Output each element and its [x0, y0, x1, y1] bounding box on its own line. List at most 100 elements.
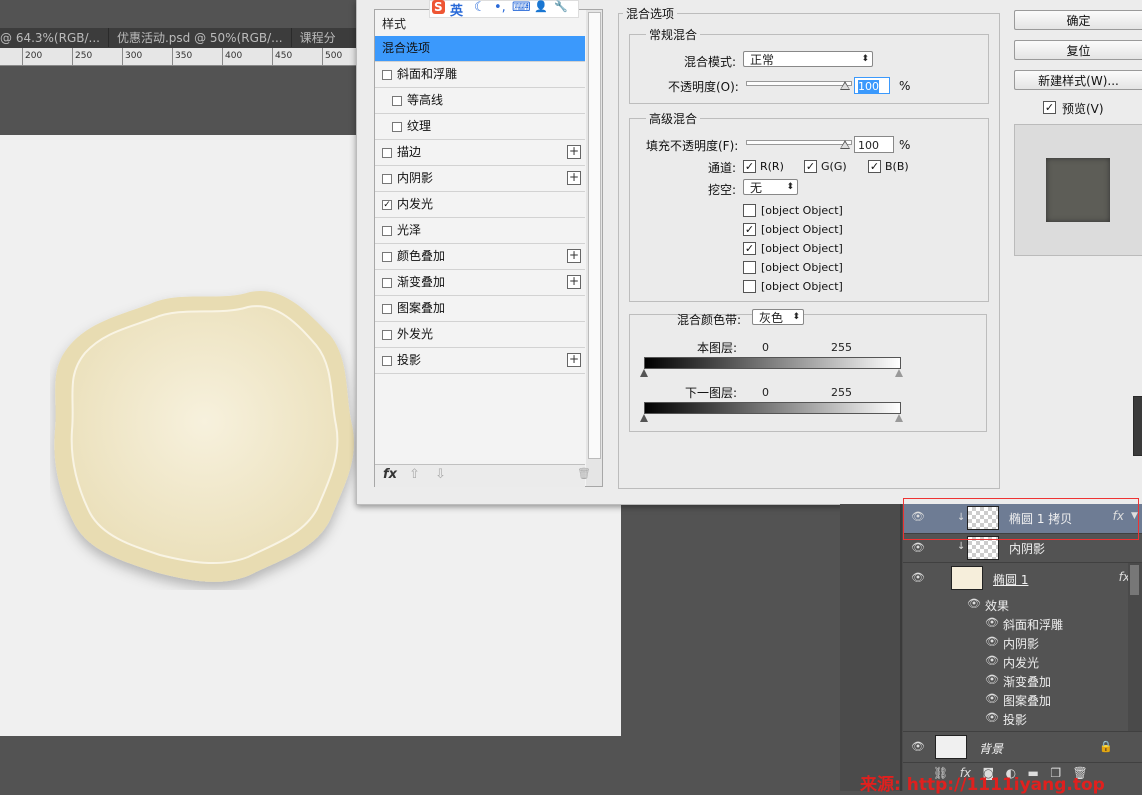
style-item[interactable]: 内阴影 + [375, 166, 585, 192]
wrench-icon[interactable]: 🔧 [554, 0, 568, 13]
eye-icon[interactable]: 👁 [985, 635, 999, 648]
knockout-select[interactable]: 无 ⬍ [743, 179, 798, 195]
eye-icon[interactable]: 👁 [967, 597, 981, 610]
fill-opacity-input[interactable]: 100 [854, 136, 894, 153]
layer-name[interactable]: 内阴影 [1009, 540, 1045, 557]
layer-row[interactable]: 👁 椭圆 1 fx 👁 效果 👁 斜面和浮雕 👁 内阴影 👁 内发光 👁 渐变叠加 👁 图案叠加 👁… [903, 563, 1142, 732]
reset-button[interactable]: 复位 [1014, 40, 1142, 60]
style-item[interactable]: 光泽 [375, 218, 585, 244]
move-up-icon[interactable]: ⇧ [409, 467, 420, 482]
blend-if-group: 混合颜色带: 灰色 ⬍ 本图层: 0 255 下一图层: 0 255 [629, 309, 987, 432]
sogou-logo-icon[interactable]: S [432, 0, 445, 14]
underlying-white-slider[interactable] [895, 414, 903, 422]
layer-row[interactable]: 👁 背景 🔒 [903, 732, 1142, 763]
style-item-checkbox[interactable] [382, 278, 392, 288]
ime-lang-toggle[interactable]: 英 [450, 0, 463, 19]
ok-button[interactable]: 确定 [1014, 10, 1142, 30]
underlying-black-slider[interactable] [640, 414, 648, 422]
advanced-option-checkbox[interactable] [743, 261, 756, 274]
underlying-gradient[interactable] [644, 402, 901, 414]
add-effect-icon[interactable]: + [567, 353, 581, 367]
layers-scrollbar-thumb[interactable] [1130, 565, 1139, 595]
style-item-checkbox[interactable] [382, 304, 392, 314]
ruler-tick: 200 [25, 51, 43, 61]
moon-icon[interactable]: ☾ [474, 0, 486, 15]
channel-checkbox[interactable]: ✓ [804, 160, 817, 173]
move-down-icon[interactable]: ⇩ [435, 467, 446, 482]
style-item[interactable]: 描边 + [375, 140, 585, 166]
this-layer-gradient[interactable] [644, 357, 901, 369]
eye-icon[interactable]: 👁 [985, 692, 999, 705]
layer-name[interactable]: 背景 [979, 740, 1003, 757]
blend-if-select[interactable]: 灰色 ⬍ [752, 309, 804, 325]
panel-collapse-handle[interactable] [1133, 396, 1142, 456]
opacity-input[interactable]: 100 [854, 77, 890, 94]
style-item[interactable]: 纹理 [375, 114, 585, 140]
style-item-checkbox[interactable] [392, 96, 402, 106]
style-item[interactable]: 图案叠加 [375, 296, 585, 322]
style-item-checkbox[interactable] [382, 148, 392, 158]
add-effect-icon[interactable]: + [567, 171, 581, 185]
layer-effect-item[interactable]: 投影 [1003, 711, 1027, 728]
style-item-checkbox[interactable] [382, 330, 392, 340]
keyboard-icon[interactable]: ⌨ [512, 0, 531, 15]
doc-tab-1[interactable]: @ 64.3%(RGB/... [0, 28, 108, 47]
punctuation-icon[interactable]: •, [494, 0, 506, 15]
style-item-checkbox[interactable] [382, 356, 392, 366]
new-style-button[interactable]: 新建样式(W)... [1014, 70, 1142, 90]
doc-tab-3[interactable]: 课程分 [290, 28, 344, 47]
style-item[interactable]: 外发光 [375, 322, 585, 348]
eye-icon[interactable]: 👁 [985, 673, 999, 686]
style-item[interactable]: ✓ 内发光 [375, 192, 585, 218]
style-item-checkbox[interactable] [382, 70, 392, 80]
style-item-checkbox[interactable] [382, 252, 392, 262]
style-item-checkbox[interactable] [382, 174, 392, 184]
ruler-tick: 300 [125, 51, 143, 61]
this-layer-black-slider[interactable] [640, 369, 648, 377]
eye-icon[interactable]: 👁 [911, 541, 925, 554]
eye-icon[interactable]: 👁 [985, 711, 999, 724]
eye-icon[interactable]: 👁 [911, 571, 925, 584]
doc-tab-2[interactable]: 优惠活动.psd @ 50%(RGB/... [107, 28, 291, 47]
layer-effect-item[interactable]: 图案叠加 [1003, 692, 1051, 709]
opacity-slider-thumb[interactable] [840, 81, 850, 90]
channel-checkbox[interactable]: ✓ [743, 160, 756, 173]
this-layer-white-slider[interactable] [895, 369, 903, 377]
style-item-checkbox[interactable] [392, 122, 402, 132]
style-item-checkbox[interactable] [382, 226, 392, 236]
style-item[interactable]: 斜面和浮雕 [375, 62, 585, 88]
user-icon[interactable]: 👤 [534, 0, 548, 13]
layer-effect-item[interactable]: 斜面和浮雕 [1003, 616, 1063, 633]
style-item[interactable]: 颜色叠加 + [375, 244, 585, 270]
advanced-option-checkbox[interactable]: ✓ [743, 242, 756, 255]
layer-effect-item[interactable]: 内发光 [1003, 654, 1039, 671]
scrollbar-thumb[interactable] [588, 12, 601, 459]
trash-icon[interactable]: 🗑 [577, 467, 591, 480]
eye-icon[interactable]: 👁 [911, 740, 925, 753]
layer-effect-item[interactable]: 内阴影 [1003, 635, 1039, 652]
layer-name[interactable]: 椭圆 1 [993, 571, 1028, 588]
advanced-option-checkbox[interactable]: ✓ [743, 223, 756, 236]
add-effect-icon[interactable]: + [567, 145, 581, 159]
eye-icon[interactable]: 👁 [985, 616, 999, 629]
fill-opacity-slider-thumb[interactable] [840, 140, 850, 149]
add-effect-icon[interactable]: + [567, 275, 581, 289]
style-item[interactable]: 混合选项 [375, 36, 585, 62]
blend-mode-select[interactable]: 正常 ⬍ [743, 51, 873, 67]
lock-icon[interactable]: 🔒 [1099, 740, 1113, 753]
style-item-checkbox[interactable]: ✓ [382, 200, 392, 210]
style-item[interactable]: 渐变叠加 + [375, 270, 585, 296]
style-item[interactable]: 投影 + [375, 348, 585, 374]
eye-icon[interactable]: 👁 [985, 654, 999, 667]
advanced-option-checkbox[interactable] [743, 204, 756, 217]
fill-opacity-slider[interactable] [746, 140, 852, 145]
style-list-scrollbar[interactable] [586, 9, 603, 487]
advanced-option-checkbox[interactable] [743, 280, 756, 293]
layer-effect-item[interactable]: 渐变叠加 [1003, 673, 1051, 690]
fx-icon[interactable]: fx [383, 467, 397, 482]
preview-checkbox[interactable]: ✓ [1043, 101, 1056, 114]
add-effect-icon[interactable]: + [567, 249, 581, 263]
opacity-slider[interactable] [746, 81, 852, 86]
channel-checkbox[interactable]: ✓ [868, 160, 881, 173]
style-item[interactable]: 等高线 [375, 88, 585, 114]
